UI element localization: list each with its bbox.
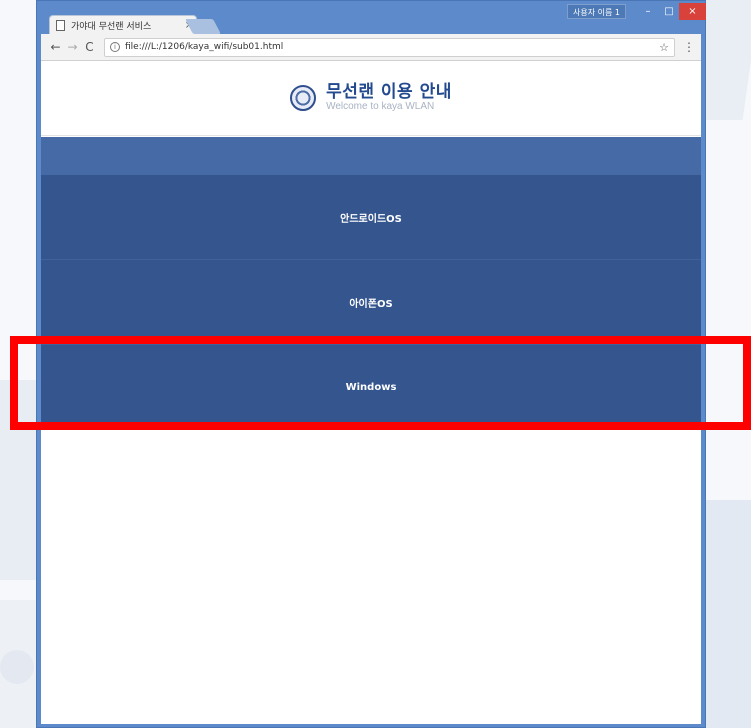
site-header: 무선랜 이용 안내 Welcome to kaya WLAN — [41, 61, 701, 136]
title-bar: 가야대 무선랜 서비스 × 사용자 이름 1 – □ × — [37, 1, 706, 34]
tab-title: 가야대 무선랜 서비스 — [71, 21, 152, 32]
menu-item-windows[interactable]: Windows — [41, 345, 701, 430]
menu-item-ios[interactable]: 아이폰OS — [41, 260, 701, 345]
browser-tab[interactable]: 가야대 무선랜 서비스 × — [49, 15, 197, 34]
brand: 무선랜 이용 안내 Welcome to kaya WLAN — [326, 83, 452, 113]
address-text: file:///L:/1206/kaya_wifi/sub01.html — [125, 42, 284, 52]
user-profile-badge[interactable]: 사용자 이름 1 — [567, 4, 626, 19]
page-icon — [56, 19, 65, 31]
address-bar[interactable]: i file:///L:/1206/kaya_wifi/sub01.html ☆ — [104, 37, 675, 57]
back-icon[interactable]: ← — [47, 40, 64, 54]
reload-icon[interactable]: C — [81, 40, 98, 54]
background-dot — [0, 650, 34, 684]
info-icon[interactable]: i — [110, 42, 120, 52]
background-shape — [700, 500, 751, 728]
star-icon[interactable]: ☆ — [659, 41, 669, 54]
maximize-button[interactable]: □ — [659, 3, 679, 20]
close-window-button[interactable]: × — [679, 3, 706, 20]
menu-icon[interactable]: ⋮ — [683, 40, 695, 54]
forward-icon[interactable]: → — [64, 40, 81, 54]
screenshot-stage: 가야대 무선랜 서비스 × 사용자 이름 1 – □ × ← → C i fil… — [0, 0, 751, 728]
minimize-button[interactable]: – — [637, 3, 659, 20]
os-menu-list: 안드로이드OS 아이폰OS Windows — [41, 175, 701, 430]
menu-item-android[interactable]: 안드로이드OS — [41, 175, 701, 260]
logo-emblem — [290, 85, 317, 111]
browser-toolbar: ← → C i file:///L:/1206/kaya_wifi/sub01.… — [41, 34, 701, 61]
background-shape — [0, 380, 36, 580]
header-band — [41, 137, 701, 175]
page-subtitle: Welcome to kaya WLAN — [326, 101, 435, 112]
browser-window: 가야대 무선랜 서비스 × 사용자 이름 1 – □ × ← → C i fil… — [36, 0, 706, 728]
page-title: 무선랜 이용 안내 — [326, 82, 452, 102]
page-viewport: 무선랜 이용 안내 Welcome to kaya WLAN 안드로이드OS 아… — [41, 61, 701, 724]
